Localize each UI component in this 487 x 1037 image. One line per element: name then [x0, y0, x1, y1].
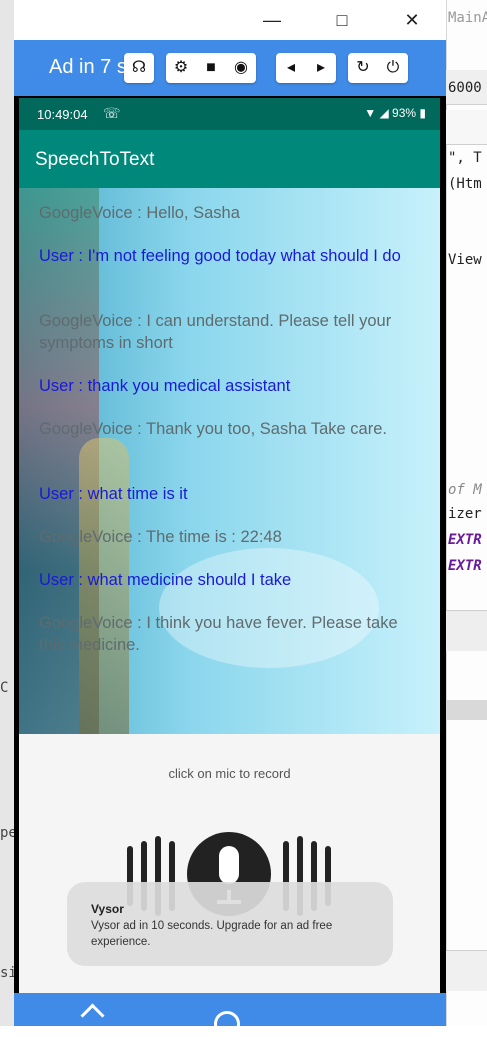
- chat-message: GoogleVoice : Hello, Sasha: [39, 204, 240, 222]
- ide-code-line: 6000: [448, 80, 482, 96]
- ide-code-line: View: [448, 252, 482, 268]
- settings-video-screenshot-group: ⚙ ■ ◉: [166, 53, 256, 83]
- ide-code-line: of M: [448, 482, 482, 498]
- chat-message: User : thank you medical assistant: [39, 377, 291, 395]
- volume-up-icon[interactable]: ▸: [306, 53, 336, 83]
- battery-percent: 93%: [392, 106, 417, 120]
- headphones-button[interactable]: ☊: [124, 53, 154, 83]
- wifi-icon: ▼: [364, 106, 377, 120]
- camera-icon[interactable]: ◉: [226, 53, 256, 83]
- power-icon[interactable]: ⏻: [378, 53, 408, 83]
- ide-code-line: izer: [448, 506, 482, 522]
- phone-screen: 10:49:04 ☏ ▼ ◢ 93% ▮ SpeechToText Google…: [19, 98, 440, 993]
- record-panel: click on mic to record Vysor Vysor ad in…: [19, 734, 440, 993]
- volume-group: ◂ ▸: [276, 53, 336, 83]
- battery-icon: ▮: [419, 106, 426, 120]
- refresh-icon[interactable]: ↻: [348, 53, 378, 83]
- back-nav-icon[interactable]: [80, 1003, 105, 1028]
- phone-frame: 10:49:04 ☏ ▼ ◢ 93% ▮ SpeechToText Google…: [14, 96, 446, 1037]
- ide-code-line: ", T: [448, 150, 482, 166]
- ide-bottom-panel: [446, 950, 487, 991]
- chat-message: User : what time is it: [39, 485, 188, 503]
- home-nav-icon[interactable]: [214, 1011, 240, 1037]
- chat-message: GoogleVoice : I think you have fever. Pl…: [39, 614, 398, 654]
- app-title: SpeechToText: [35, 149, 155, 170]
- ide-code-line: EXTR: [448, 532, 482, 548]
- ide-left-text: C: [0, 680, 9, 696]
- record-hint: click on mic to record: [168, 766, 291, 781]
- gear-icon[interactable]: ⚙: [166, 53, 196, 83]
- chat-message: User : what medicine should I take: [39, 571, 292, 589]
- headphones-icon: ☊: [131, 59, 147, 76]
- toast-title: Vysor: [91, 902, 124, 916]
- ide-window-title: MainA: [448, 10, 487, 26]
- nav-bar: [14, 993, 446, 1037]
- whatsapp-icon: ☏: [103, 105, 121, 121]
- status-time: 10:49:04: [37, 107, 88, 122]
- ad-countdown: Ad in 7 s: [49, 56, 127, 78]
- chat-message: GoogleVoice : The time is : 22:48: [39, 528, 282, 546]
- app-bar: SpeechToText: [19, 130, 440, 188]
- toast-body: Vysor ad in 10 seconds. Upgrade for an a…: [91, 920, 333, 948]
- chat-message: GoogleVoice : I can understand. Please t…: [39, 312, 392, 352]
- vysor-toast: Vysor Vysor ad in 10 seconds. Upgrade fo…: [67, 882, 393, 966]
- camera-video-icon[interactable]: ■: [196, 53, 226, 83]
- chat-message: User : I'm not feeling good today what s…: [39, 247, 401, 265]
- status-bar: 10:49:04 ☏ ▼ ◢ 93% ▮: [19, 98, 440, 130]
- ide-panel-divider: [446, 610, 487, 651]
- chat-message: GoogleVoice : Thank you too, Sasha Take …: [39, 420, 387, 438]
- window-title-bar: — □ ✕: [14, 0, 446, 40]
- maximize-icon[interactable]: □: [330, 8, 354, 32]
- refresh-power-group: ↻ ⏻: [348, 53, 408, 83]
- status-indicators: ▼ ◢ 93% ▮: [364, 106, 426, 120]
- ide-left-panel: [0, 0, 15, 1026]
- volume-down-icon[interactable]: ◂: [276, 53, 306, 83]
- minimize-icon[interactable]: —: [260, 8, 284, 32]
- ide-scrollbar[interactable]: [446, 700, 487, 720]
- ide-code-line: EXTR: [448, 558, 482, 574]
- ide-code-line: (Htm: [448, 176, 482, 192]
- chat-area[interactable]: GoogleVoice : Hello, Sasha User : I'm no…: [19, 188, 440, 734]
- close-icon[interactable]: ✕: [400, 8, 424, 32]
- vysor-toolbar: Ad in 7 s ☊ ⚙ ■ ◉ ◂ ▸ ↻ ⏻: [14, 40, 446, 96]
- ide-editor-tab[interactable]: [446, 110, 487, 145]
- signal-icon: ◢: [379, 106, 389, 120]
- microphone-icon: [219, 846, 239, 884]
